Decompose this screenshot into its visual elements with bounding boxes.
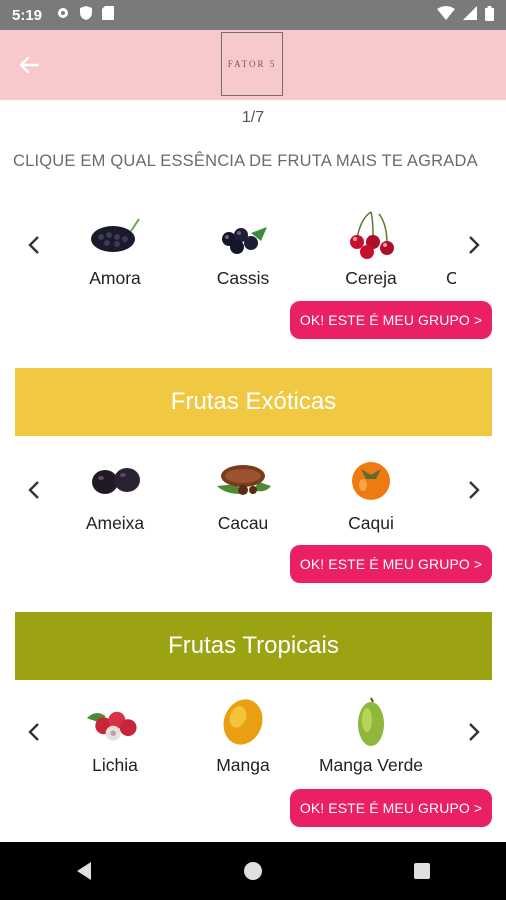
carousel-next-button[interactable] bbox=[462, 717, 486, 747]
carousel-prev-button[interactable] bbox=[22, 475, 46, 505]
plum-icon bbox=[85, 455, 145, 505]
system-nav-bar bbox=[0, 842, 506, 900]
battery-icon bbox=[485, 5, 494, 25]
green-mango-icon bbox=[341, 697, 401, 747]
back-triangle-icon[interactable] bbox=[64, 851, 104, 891]
fruit-name: Caqui bbox=[348, 513, 394, 533]
group-banner-frutas-tropicais: Frutas Tropicais bbox=[15, 612, 492, 680]
page-indicator: 1/7 bbox=[241, 109, 265, 126]
blackcurrant-icon bbox=[213, 210, 273, 260]
fruit-name: Amora bbox=[89, 268, 141, 288]
persimmon-icon bbox=[341, 455, 401, 505]
brand-logo-text: FATOR 5 bbox=[227, 59, 277, 69]
fruit-carousel-2: Ameixa Cacau Caqui bbox=[0, 455, 506, 545]
fruit-item-cassis[interactable]: Cassis bbox=[188, 210, 298, 289]
blackberry-icon bbox=[85, 210, 145, 260]
recents-square-icon[interactable] bbox=[402, 851, 442, 891]
select-group-button[interactable]: OK! ESTE É MEU GRUPO > bbox=[290, 545, 492, 583]
fruit-item-lichia[interactable]: Lichia bbox=[60, 697, 170, 776]
carousel-next-button[interactable] bbox=[462, 230, 486, 260]
group-title: Frutas Exóticas bbox=[170, 388, 337, 415]
fruit-item-ameixa[interactable]: Ameixa bbox=[60, 455, 170, 534]
question-text: CLIQUE EM QUAL ESSÊNCIA DE FRUTA MAIS TE… bbox=[13, 152, 478, 170]
select-group-button[interactable]: OK! ESTE É MEU GRUPO > bbox=[290, 301, 492, 339]
carousel-next-button[interactable] bbox=[462, 475, 486, 505]
fruit-name: Manga Verde bbox=[318, 755, 424, 775]
fruit-carousel-1: Amora Cassis Cereja C bbox=[0, 210, 506, 300]
shield-icon bbox=[80, 6, 93, 24]
cocoa-icon bbox=[213, 455, 273, 505]
status-time: 5:19 bbox=[12, 6, 43, 24]
fruit-item-caqui[interactable]: Caqui bbox=[316, 455, 426, 534]
group-title: Frutas Tropicais bbox=[168, 632, 339, 659]
cherry-icon bbox=[341, 210, 401, 260]
fruit-item-manga[interactable]: Manga bbox=[188, 697, 298, 776]
carousel-prev-button[interactable] bbox=[22, 230, 46, 260]
home-circle-icon[interactable] bbox=[233, 851, 273, 891]
lychee-icon bbox=[85, 697, 145, 747]
fruit-item-amora[interactable]: Amora bbox=[60, 210, 170, 289]
app-bar: FATOR 5 bbox=[0, 30, 506, 100]
fruit-name: Cereja bbox=[345, 268, 397, 288]
fruit-carousel-3: Lichia Manga Manga Verde bbox=[0, 697, 506, 787]
back-arrow-icon[interactable] bbox=[14, 50, 44, 80]
fruit-name-partial: C bbox=[446, 268, 456, 288]
fruit-item-cereja[interactable]: Cereja bbox=[316, 210, 426, 289]
gear-icon bbox=[56, 6, 70, 24]
group-banner-frutas-exoticas: Frutas Exóticas bbox=[15, 368, 492, 436]
sd-card-icon bbox=[102, 6, 115, 24]
fruit-name: Manga bbox=[216, 755, 270, 775]
mango-icon bbox=[213, 697, 273, 747]
fruit-name: Cacau bbox=[217, 513, 269, 533]
wifi-icon bbox=[437, 6, 455, 24]
signal-icon bbox=[463, 6, 477, 24]
select-group-button[interactable]: OK! ESTE É MEU GRUPO > bbox=[290, 789, 492, 827]
fruit-item-manga-verde[interactable]: Manga Verde bbox=[316, 697, 426, 776]
fruit-name: Ameixa bbox=[85, 513, 145, 533]
brand-logo: FATOR 5 bbox=[221, 32, 283, 96]
carousel-prev-button[interactable] bbox=[22, 717, 46, 747]
fruit-item-cacau[interactable]: Cacau bbox=[188, 455, 298, 534]
status-bar: 5:19 bbox=[0, 0, 506, 30]
fruit-name: Lichia bbox=[92, 755, 138, 775]
fruit-name: Cassis bbox=[216, 268, 270, 288]
